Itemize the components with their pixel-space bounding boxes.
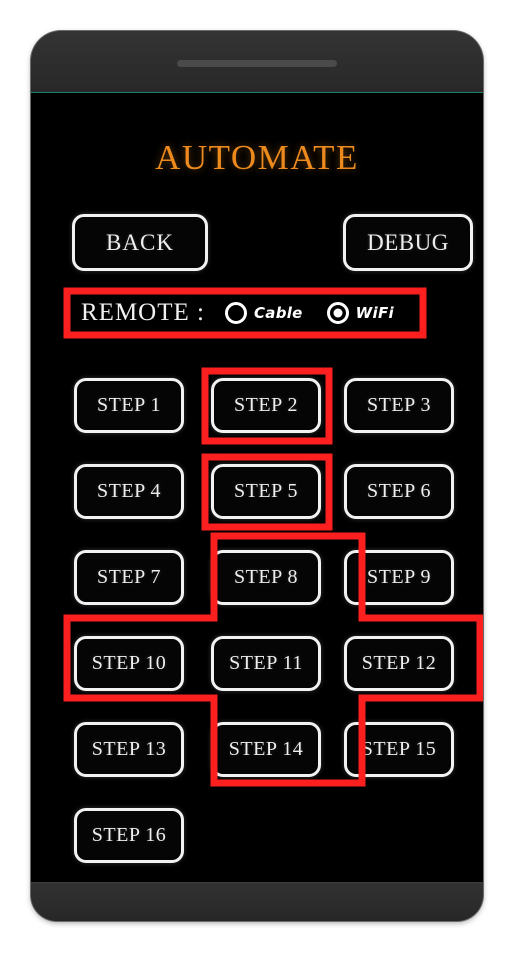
remote-label: REMOTE : bbox=[81, 299, 205, 326]
step-button-13[interactable]: STEP 13 bbox=[74, 722, 184, 777]
step-button-2[interactable]: STEP 2 bbox=[211, 378, 321, 433]
step-button-8[interactable]: STEP 8 bbox=[211, 550, 321, 605]
radio-cable-label: Cable bbox=[253, 304, 303, 322]
radio-cable-icon[interactable] bbox=[224, 302, 247, 324]
app-screen: AUTOMATE BACK DEBUG REMOTE : Cable WiFi … bbox=[31, 93, 483, 883]
step-button-4[interactable]: STEP 4 bbox=[74, 464, 184, 519]
step-button-16[interactable]: STEP 16 bbox=[74, 808, 184, 863]
step-button-9[interactable]: STEP 9 bbox=[344, 550, 454, 605]
step-button-14[interactable]: STEP 14 bbox=[211, 722, 321, 777]
step-button-1[interactable]: STEP 1 bbox=[74, 378, 184, 433]
radio-wifi-icon[interactable] bbox=[326, 302, 349, 324]
step-button-11[interactable]: STEP 11 bbox=[211, 636, 321, 691]
step-button-6[interactable]: STEP 6 bbox=[344, 464, 454, 519]
speaker-grille-icon bbox=[177, 60, 337, 67]
remote-option-wifi[interactable]: WiFi bbox=[326, 302, 394, 324]
step-button-5[interactable]: STEP 5 bbox=[211, 464, 321, 519]
phone-top-bezel bbox=[31, 31, 483, 93]
page-title: AUTOMATE bbox=[155, 138, 359, 177]
step-button-12[interactable]: STEP 12 bbox=[344, 636, 454, 691]
remote-option-cable[interactable]: Cable bbox=[224, 302, 303, 324]
phone-device-frame: AUTOMATE BACK DEBUG REMOTE : Cable WiFi … bbox=[31, 31, 483, 921]
radio-wifi-label: WiFi bbox=[355, 304, 394, 322]
phone-bottom-bezel bbox=[31, 882, 483, 921]
step-button-7[interactable]: STEP 7 bbox=[74, 550, 184, 605]
back-button[interactable]: BACK bbox=[72, 214, 208, 271]
step-button-15[interactable]: STEP 15 bbox=[344, 722, 454, 777]
step-button-10[interactable]: STEP 10 bbox=[74, 636, 184, 691]
debug-button[interactable]: DEBUG bbox=[343, 214, 473, 271]
remote-selection-row: REMOTE : Cable WiFi bbox=[67, 291, 423, 335]
step-button-3[interactable]: STEP 3 bbox=[344, 378, 454, 433]
